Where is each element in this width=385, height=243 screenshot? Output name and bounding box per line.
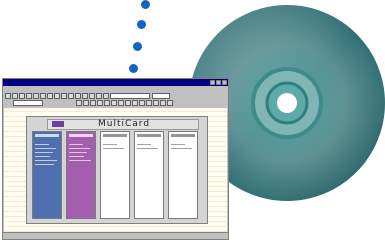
toolbar-button[interactable] <box>125 100 132 106</box>
toolbar-button[interactable] <box>104 100 111 106</box>
card-2[interactable] <box>66 131 96 219</box>
toolbar-button[interactable] <box>83 100 90 106</box>
size-select[interactable] <box>152 93 170 99</box>
toolbar-button[interactable] <box>40 93 46 99</box>
dot-decoration-4 <box>129 64 138 73</box>
toolbar-button[interactable] <box>139 100 146 106</box>
toolbar-button[interactable] <box>54 93 60 99</box>
toolbar-button[interactable] <box>111 100 118 106</box>
dot-decoration-2 <box>137 20 146 29</box>
card-text-line <box>35 152 53 153</box>
card-text-line <box>35 160 57 161</box>
card-header-line <box>69 134 93 137</box>
toolbar-button[interactable] <box>153 100 160 106</box>
card-4[interactable] <box>134 131 164 219</box>
toolbar-button[interactable] <box>103 93 109 99</box>
card-text-line <box>69 152 87 153</box>
toolbar-button[interactable] <box>146 100 153 106</box>
card-text-line <box>137 144 151 145</box>
card-text-line <box>69 156 84 157</box>
window-titlebar <box>3 79 228 86</box>
toolbar-button[interactable] <box>132 100 139 106</box>
window-maximize-button[interactable] <box>216 80 221 85</box>
card-panel-title: MultiCard <box>98 119 151 129</box>
card-header-line <box>35 134 59 137</box>
menu-bar <box>3 86 228 92</box>
toolbar-button[interactable] <box>75 93 81 99</box>
toolbar-1 <box>5 93 226 100</box>
card-header-line <box>137 134 161 137</box>
card-5[interactable] <box>168 131 198 219</box>
font-select[interactable] <box>110 93 150 99</box>
window-minimize-button[interactable] <box>210 80 215 85</box>
card-text-line <box>103 148 124 149</box>
toolbar-button[interactable] <box>97 100 104 106</box>
toolbar-button[interactable] <box>5 93 11 99</box>
card-text-line <box>69 148 90 149</box>
card-text-line <box>69 144 83 145</box>
toolbar-button[interactable] <box>89 93 95 99</box>
toolbar-button[interactable] <box>19 93 25 99</box>
card-text-line <box>35 144 49 145</box>
toolbar-button[interactable] <box>76 100 83 106</box>
toolbar-button[interactable] <box>61 93 67 99</box>
toolbar-button[interactable] <box>47 93 53 99</box>
card-1[interactable] <box>32 131 62 219</box>
field-select[interactable] <box>13 100 43 106</box>
card-3[interactable] <box>100 131 130 219</box>
toolbar-button[interactable] <box>118 100 125 106</box>
card-text-line <box>171 148 192 149</box>
app-window-screenshot: MultiCard <box>2 78 229 240</box>
toolbar-button[interactable] <box>33 93 39 99</box>
window-close-button[interactable] <box>222 80 227 85</box>
toolbar-button[interactable] <box>167 100 174 106</box>
toolbar-2 <box>5 100 226 107</box>
document-area: MultiCard <box>4 108 227 232</box>
card-text-line <box>35 164 54 165</box>
card-text-line <box>171 144 185 145</box>
card-header-line <box>103 134 127 137</box>
toolbar-button[interactable] <box>26 93 32 99</box>
card-text-line <box>103 144 117 145</box>
card-panel: MultiCard <box>26 116 208 224</box>
app-logo-icon <box>52 121 64 127</box>
toolbar-button[interactable] <box>96 93 102 99</box>
toolbar-button[interactable] <box>160 100 167 106</box>
card-text-line <box>35 156 50 157</box>
toolbar-button[interactable] <box>82 93 88 99</box>
card-text-line <box>69 160 91 161</box>
toolbar-button[interactable] <box>12 93 18 99</box>
status-bar <box>3 232 228 239</box>
card-text-line <box>35 148 56 149</box>
dot-decoration-3 <box>133 42 142 51</box>
card-text-line <box>137 148 158 149</box>
card-header-line <box>171 134 195 137</box>
card-panel-header: MultiCard <box>47 119 199 130</box>
toolbar-button[interactable] <box>90 100 97 106</box>
toolbar-button[interactable] <box>68 93 74 99</box>
dot-decoration-1 <box>141 0 150 9</box>
